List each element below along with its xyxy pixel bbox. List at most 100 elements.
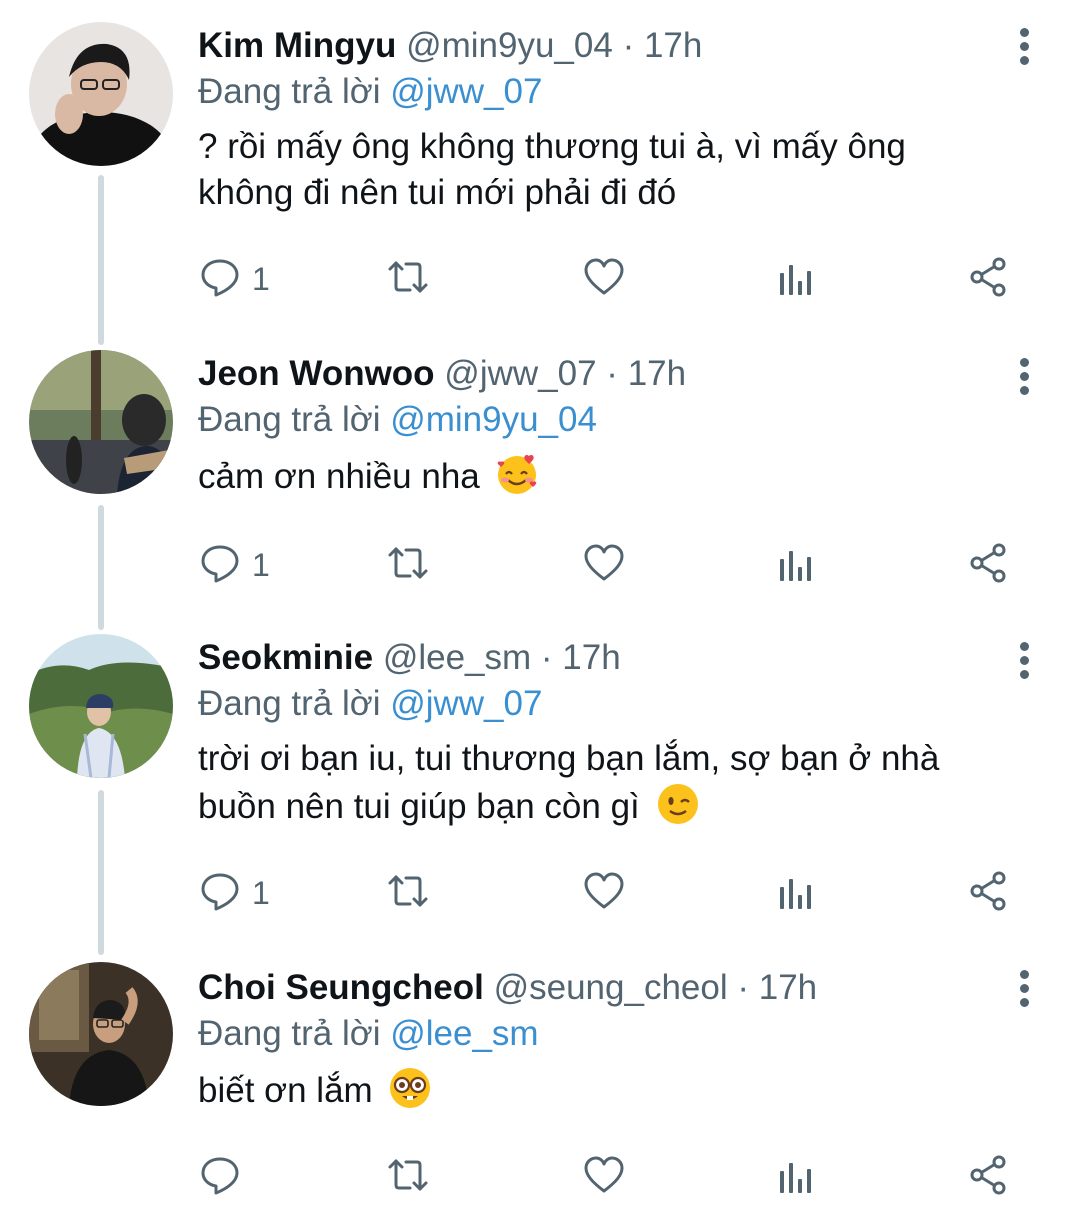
heart-icon <box>582 541 626 590</box>
reply-mention[interactable]: @jww_07 <box>390 684 542 723</box>
retweet-icon <box>386 1153 430 1202</box>
share-button[interactable] <box>966 868 1010 918</box>
share-button[interactable] <box>966 254 1010 304</box>
reply-button[interactable] <box>198 1152 252 1202</box>
avatar-image <box>29 22 173 166</box>
display-name[interactable]: Choi Seungcheol <box>198 968 484 1007</box>
tweet-text: biết ơn lắm <box>198 1066 1020 1114</box>
share-icon <box>966 1153 1010 1202</box>
like-button[interactable] <box>582 1152 626 1202</box>
tweet-actions: 1 <box>198 254 1028 304</box>
tweet-text-line: không đi nên tui mới phải đi đó <box>198 173 677 212</box>
retweet-button[interactable] <box>386 1152 430 1202</box>
share-icon <box>966 541 1010 590</box>
reply-button[interactable]: 1 <box>198 540 270 590</box>
retweet-icon <box>386 541 430 590</box>
reply-count: 1 <box>252 874 270 911</box>
tweet-text-line: biết ơn lắm <box>198 1071 373 1110</box>
tweet[interactable]: Choi Seungcheol @seung_cheol · 17h Đang … <box>0 940 1080 1219</box>
views-button[interactable] <box>774 540 818 590</box>
reply-count: 1 <box>252 546 270 583</box>
nerd-face-emoji <box>390 1068 431 1108</box>
tweet-text: ? rồi mấy ông không thương tui à, vì mấy… <box>198 124 1020 216</box>
retweet-button[interactable] <box>386 540 430 590</box>
tweet[interactable]: Seokminie @lee_sm · 17h Đang trả lời @jw… <box>0 620 1080 940</box>
reply-count: 1 <box>252 260 270 297</box>
timestamp[interactable]: 17h <box>628 354 686 393</box>
retweet-button[interactable] <box>386 254 430 304</box>
heart-icon <box>582 869 626 918</box>
avatar[interactable] <box>29 634 173 778</box>
replying-to-label: Đang trả lời <box>198 684 381 723</box>
user-handle[interactable]: @seung_cheol <box>494 968 728 1007</box>
tweet-text-line: buồn nên tui giúp bạn còn gì <box>198 787 640 826</box>
share-button[interactable] <box>966 540 1010 590</box>
avatar[interactable] <box>29 22 173 166</box>
tweet-actions <box>198 1152 1028 1202</box>
reply-mention[interactable]: @lee_sm <box>390 1014 538 1053</box>
tweet-text-line: trời ơi bạn iu, tui thương bạn lắm, sợ b… <box>198 739 940 778</box>
tweet[interactable]: Jeon Wonwoo @jww_07 · 17h Đang trả lời @… <box>0 330 1080 620</box>
reply-button[interactable]: 1 <box>198 868 270 918</box>
timestamp[interactable]: 17h <box>759 968 817 1007</box>
tweet[interactable]: Kim Mingyu @min9yu_04 · 17h Đang trả lời… <box>0 0 1080 330</box>
reply-icon <box>198 869 242 918</box>
tweet-text: trời ơi bạn iu, tui thương bạn lắm, sợ b… <box>198 736 1020 830</box>
like-button[interactable] <box>582 540 626 590</box>
share-button[interactable] <box>966 1152 1010 1202</box>
separator: · <box>737 968 750 1007</box>
reply-icon <box>198 541 242 590</box>
views-button[interactable] <box>774 868 818 918</box>
heart-icon <box>582 1153 626 1202</box>
winking-face-emoji <box>657 784 698 824</box>
share-icon <box>966 869 1010 918</box>
tweet-text: cảm ơn nhiều nha <box>198 452 1020 500</box>
analytics-icon <box>774 1153 818 1202</box>
display-name[interactable]: Jeon Wonwoo <box>198 354 435 393</box>
display-name[interactable]: Kim Mingyu <box>198 26 396 65</box>
reply-mention[interactable]: @min9yu_04 <box>390 400 597 439</box>
avatar-image <box>29 350 173 494</box>
like-button[interactable] <box>582 254 626 304</box>
more-options-icon[interactable] <box>1014 358 1034 398</box>
retweet-button[interactable] <box>386 868 430 918</box>
replying-to-label: Đang trả lời <box>198 1014 381 1053</box>
views-button[interactable] <box>774 1152 818 1202</box>
analytics-icon <box>774 869 818 918</box>
separator: · <box>606 354 618 393</box>
replying-to-label: Đang trả lời <box>198 72 381 111</box>
avatar[interactable] <box>29 962 173 1106</box>
avatar-image <box>29 634 173 778</box>
display-name[interactable]: Seokminie <box>198 638 373 677</box>
analytics-icon <box>774 255 818 304</box>
separator: · <box>622 26 635 65</box>
retweet-icon <box>386 255 430 304</box>
timestamp[interactable]: 17h <box>562 638 620 677</box>
more-options-icon[interactable] <box>1014 28 1034 68</box>
separator: · <box>540 638 553 677</box>
reply-icon <box>198 255 242 304</box>
reply-button[interactable]: 1 <box>198 254 270 304</box>
tweet-text-line: ? rồi mấy ông không thương tui à, vì mấy… <box>198 127 906 166</box>
more-options-icon[interactable] <box>1014 642 1034 682</box>
reply-icon <box>198 1153 242 1202</box>
more-options-icon[interactable] <box>1014 970 1034 1010</box>
tweet-actions: 1 <box>198 540 1028 590</box>
smiling-face-with-hearts-emoji <box>498 454 537 494</box>
avatar[interactable] <box>29 350 173 494</box>
share-icon <box>966 255 1010 304</box>
analytics-icon <box>774 541 818 590</box>
like-button[interactable] <box>582 868 626 918</box>
replying-to-label: Đang trả lời <box>198 400 381 439</box>
user-handle[interactable]: @lee_sm <box>383 638 531 677</box>
views-button[interactable] <box>774 254 818 304</box>
heart-icon <box>582 255 626 304</box>
avatar-image <box>29 962 173 1106</box>
tweet-actions: 1 <box>198 868 1028 918</box>
timestamp[interactable]: 17h <box>644 26 702 65</box>
reply-mention[interactable]: @jww_07 <box>390 72 542 111</box>
user-handle[interactable]: @min9yu_04 <box>406 26 613 65</box>
user-handle[interactable]: @jww_07 <box>444 354 596 393</box>
tweet-text-line: cảm ơn nhiều nha <box>198 457 480 496</box>
retweet-icon <box>386 869 430 918</box>
